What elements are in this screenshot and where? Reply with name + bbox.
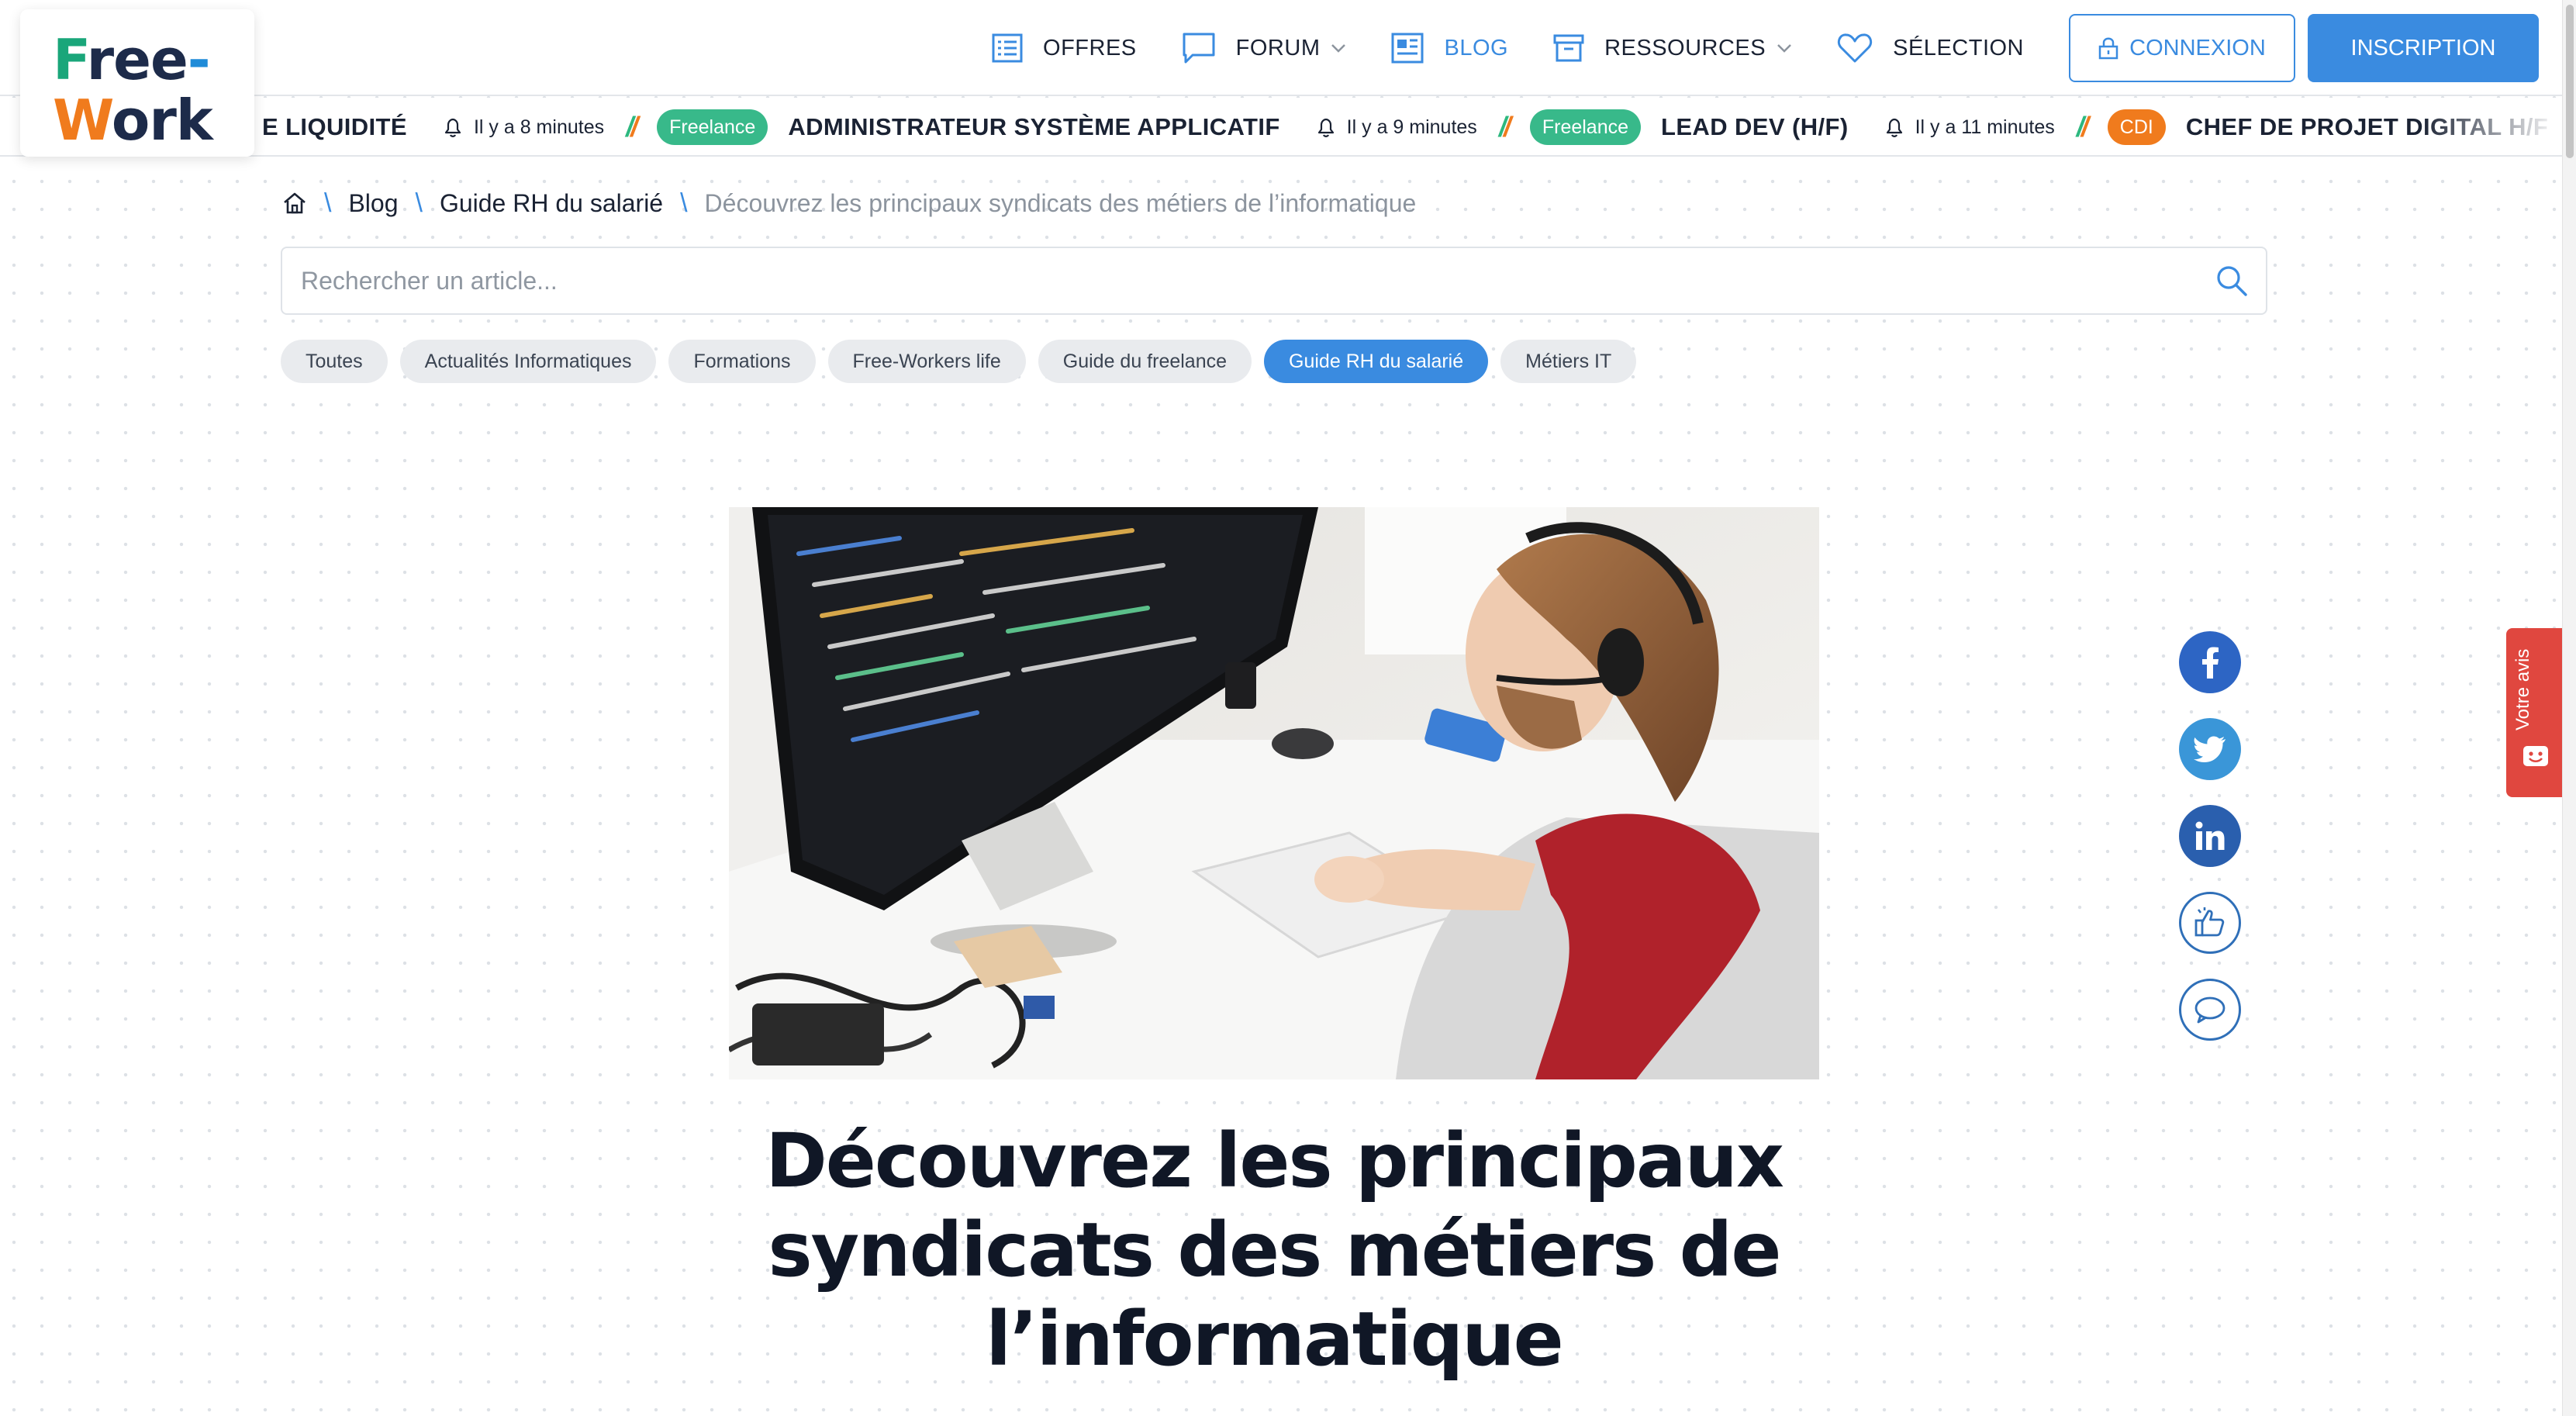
breadcrumb: \ Blog \ Guide RH du salarié \ Découvrez… <box>282 181 1416 225</box>
share-bar <box>2179 631 2241 1065</box>
category-pill-actualites[interactable]: Actualités Informatiques <box>399 340 657 383</box>
breadcrumb-separator: \ <box>324 188 332 218</box>
site-header: OFFRES FORUM BLOG RESSOURCES SÉLECTION C… <box>0 0 2576 96</box>
facebook-icon <box>2202 647 2219 679</box>
logo-wordmark: Free- Work <box>53 27 213 153</box>
nav-offres[interactable]: OFFRES <box>992 16 1137 81</box>
main-nav: OFFRES FORUM BLOG RESSOURCES SÉLECTION C… <box>992 14 2576 82</box>
ticker-job-title[interactable]: E LIQUIDITÉ <box>262 113 407 141</box>
article-title: Découvrez les principaux syndicats des m… <box>765 1117 1784 1383</box>
logo-line-1: Free- <box>53 27 211 92</box>
ticker-time: Il y a 11 minutes <box>1884 116 2055 139</box>
comment-button[interactable] <box>2179 979 2241 1041</box>
login-button[interactable]: CONNEXION <box>2069 14 2295 82</box>
nav-ressources-label: RESSOURCES <box>1604 35 1766 60</box>
bell-icon <box>1886 118 1902 137</box>
category-pill-toutes[interactable]: Toutes <box>281 340 388 383</box>
nav-ressources[interactable]: RESSOURCES <box>1553 16 1792 81</box>
search-input[interactable] <box>301 248 2193 313</box>
signup-button-label: INSCRIPTION <box>2350 35 2496 60</box>
job-ticker: E LIQUIDITÉ Il y a 8 minutes // Freelanc… <box>0 98 2576 157</box>
heart-icon <box>1838 33 1873 63</box>
breadcrumb-current: Découvrez les principaux syndicats des m… <box>704 188 1417 217</box>
ticker-job-title[interactable]: ADMINISTRATEUR SYSTÈME APPLICATIF <box>788 113 1279 141</box>
category-pill-metiers-it[interactable]: Métiers IT <box>1500 340 1637 383</box>
contract-badge: Freelance <box>1529 109 1642 145</box>
nav-forum[interactable]: FORUM <box>1182 16 1347 81</box>
breadcrumb-separator: \ <box>680 188 688 218</box>
share-twitter-button[interactable] <box>2179 718 2241 780</box>
login-button-label: CONNEXION <box>2129 35 2266 60</box>
ticker-time-label: Il y a 8 minutes <box>473 116 605 138</box>
feedback-label: Votre avis <box>2512 648 2533 730</box>
lock-icon <box>2098 37 2118 60</box>
share-linkedin-button[interactable] <box>2179 805 2241 867</box>
list-icon <box>992 33 1023 63</box>
article-hero-image <box>729 507 1819 1079</box>
breadcrumb-category[interactable]: Guide RH du salarié <box>440 189 663 218</box>
ticker-job-title[interactable]: LEAD DEV (H/F) <box>1661 113 1849 141</box>
search-icon[interactable] <box>2215 264 2249 298</box>
breadcrumb-separator: \ <box>415 188 423 218</box>
ticker-time: Il y a 8 minutes <box>443 116 604 139</box>
nav-blog[interactable]: BLOG <box>1391 16 1508 81</box>
ticker-separator: // <box>2076 111 2089 143</box>
nav-blog-label: BLOG <box>1444 35 1509 60</box>
signup-button[interactable]: INSCRIPTION <box>2308 14 2539 82</box>
logo-line-2: Work <box>53 88 213 153</box>
nav-offres-label: OFFRES <box>1043 35 1137 60</box>
bell-icon <box>444 118 461 137</box>
contract-badge: Freelance <box>657 109 768 145</box>
comment-icon <box>2194 996 2226 1024</box>
nav-selection-label: SÉLECTION <box>1893 35 2024 60</box>
ticker-time: Il y a 9 minutes <box>1316 116 1477 139</box>
thumbs-up-icon <box>2194 907 2225 937</box>
category-pill-guide-rh[interactable]: Guide RH du salarié <box>1264 340 1489 383</box>
archive-box-icon <box>1553 34 1584 62</box>
category-filters: Toutes Actualités Informatiques Formatio… <box>281 340 1649 383</box>
share-facebook-button[interactable] <box>2179 631 2241 693</box>
chevron-down-icon <box>1331 44 1346 53</box>
category-pill-formations[interactable]: Formations <box>668 340 816 383</box>
contract-badge: CDI <box>2107 109 2166 145</box>
ticker-fade <box>2421 98 2576 155</box>
category-pill-free-workers-life[interactable]: Free-Workers life <box>827 340 1026 383</box>
nav-forum-label: FORUM <box>1235 35 1321 60</box>
bell-icon <box>1317 118 1334 137</box>
article-search <box>281 247 2267 315</box>
linkedin-icon <box>2195 821 2225 850</box>
chat-bubble-icon <box>1183 33 1215 64</box>
newspaper-icon <box>1391 33 1424 64</box>
nav-selection[interactable]: SÉLECTION <box>1837 16 2024 81</box>
scrollbar-thumb[interactable] <box>2566 5 2574 158</box>
breadcrumb-blog[interactable]: Blog <box>348 189 398 218</box>
ticker-time-label: Il y a 9 minutes <box>1346 116 1477 138</box>
category-pill-guide-freelance[interactable]: Guide du freelance <box>1038 340 1252 383</box>
feedback-tab[interactable]: Votre avis <box>2506 628 2565 797</box>
twitter-icon <box>2194 736 2226 762</box>
page-scrollbar[interactable] <box>2562 0 2576 1416</box>
developer-photo <box>729 507 1819 1079</box>
logo[interactable]: Free- Work <box>20 9 254 157</box>
ticker-track: E LIQUIDITÉ Il y a 8 minutes // Freelanc… <box>262 98 2548 155</box>
chevron-down-icon <box>1777 44 1792 53</box>
like-button[interactable] <box>2179 892 2241 954</box>
smiley-face-icon <box>2523 746 2548 766</box>
ticker-separator: // <box>1498 111 1511 143</box>
home-icon[interactable] <box>282 192 307 215</box>
ticker-separator: // <box>626 111 638 143</box>
ticker-time-label: Il y a 11 minutes <box>1915 116 2055 138</box>
